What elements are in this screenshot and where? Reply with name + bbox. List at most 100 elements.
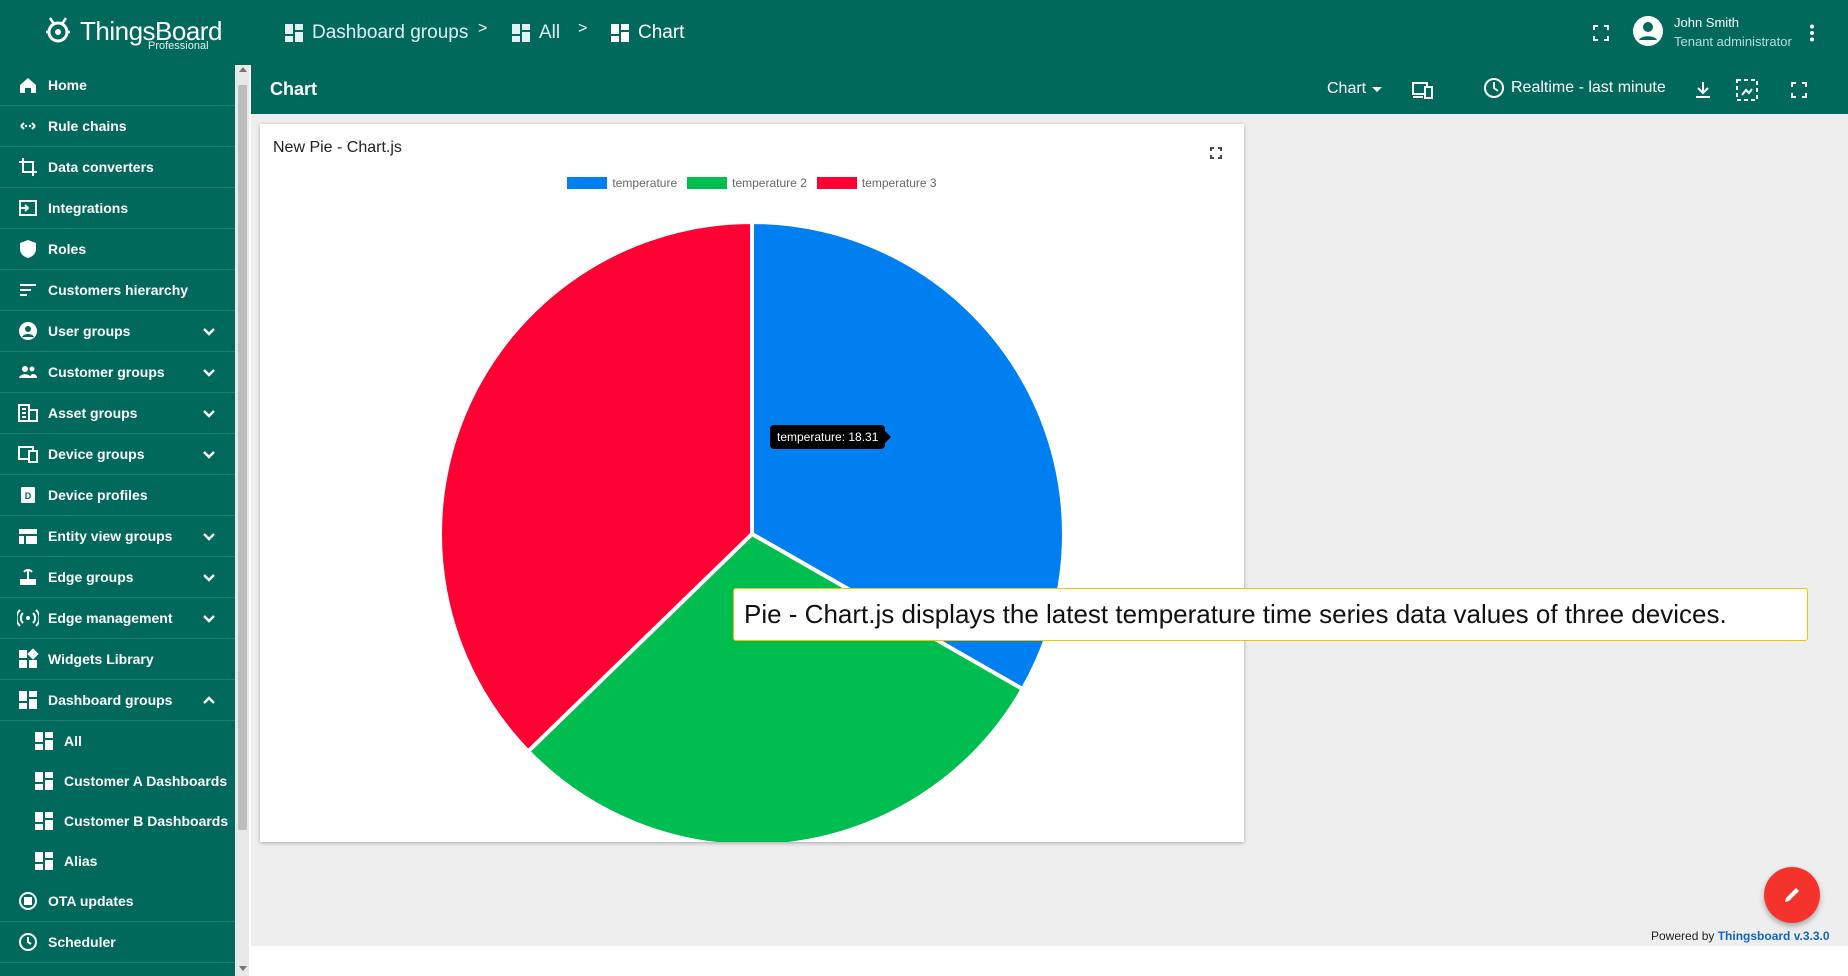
account-circle-icon: [1633, 16, 1663, 46]
sidebar-item-label: Customer A Dashboards: [64, 773, 228, 789]
chart-tooltip: temperature: 18.31: [770, 425, 892, 449]
logo-icon: [46, 17, 70, 43]
fullscreen-button[interactable]: [1590, 22, 1612, 44]
layouts-button[interactable]: [1411, 78, 1435, 102]
edge-management-icon: [16, 606, 40, 630]
download-icon: [1696, 82, 1710, 98]
scroll-down-arrow[interactable]: [239, 966, 247, 971]
sidebar-item-user-groups[interactable]: User groups: [0, 311, 235, 352]
sidebar-item-customer-a-dashboards[interactable]: Customer A Dashboards: [0, 761, 235, 801]
pie-chart-widget: New Pie - Chart.js temperature temperatu…: [260, 124, 1244, 842]
data-converters-icon: [16, 155, 40, 179]
sidebar-item-label: Dashboard groups: [48, 692, 173, 708]
sidebar-item-rule-chains[interactable]: Rule chains: [0, 106, 235, 147]
sidebar-item-label: Device profiles: [48, 487, 148, 503]
scheduler-icon: [16, 930, 40, 954]
scroll-up-arrow[interactable]: [239, 67, 247, 72]
sidebar-item-label: Alias: [64, 853, 98, 869]
more-vert-icon: [1810, 24, 1814, 42]
chevron-down-icon[interactable]: [199, 362, 219, 382]
device-groups-icon: [16, 442, 40, 466]
sidebar-item-customer-b-dashboards[interactable]: Customer B Dashboards: [0, 801, 235, 841]
sidebar-item-asset-groups[interactable]: Asset groups: [0, 393, 235, 434]
timewindow-button[interactable]: Realtime - last minute: [1483, 77, 1666, 99]
sidebar-item-roles[interactable]: Roles: [0, 229, 235, 270]
powered-by-link[interactable]: Thingsboard v.3.3.0: [1718, 929, 1830, 943]
chevron-up-icon[interactable]: [199, 690, 219, 710]
sidebar-item-label: Customers hierarchy: [48, 282, 189, 298]
home-icon: [16, 73, 40, 97]
devices-icon: [1412, 82, 1433, 99]
sidebar-item-alias[interactable]: Alias: [0, 841, 235, 881]
sidebar-item-integrations[interactable]: Integrations: [0, 188, 235, 229]
sidebar-item-ota-updates[interactable]: OTA updates: [0, 881, 235, 922]
fullscreen-icon: [1791, 82, 1807, 98]
sidebar-item-label: Scheduler: [48, 934, 116, 950]
user-name: John Smith: [1674, 15, 1740, 30]
sidebar-item-entity-view-groups[interactable]: Entity view groups: [0, 516, 235, 557]
sidebar-item-label: Home: [48, 77, 87, 93]
export-button[interactable]: [1691, 78, 1715, 102]
sidebar-item-dashboard-groups[interactable]: Dashboard groups: [0, 680, 235, 721]
sidebar-item-scheduler[interactable]: Scheduler: [0, 922, 235, 963]
sidebar-item-label: Roles: [48, 241, 87, 257]
white-labeling-icon: [16, 971, 40, 976]
powered-by: Powered by Thingsboard v.3.3.0: [1651, 929, 1830, 943]
dashboard-toolbar: Chart Chart Realtime - last minute: [251, 65, 1848, 114]
dashboard-icon: [285, 24, 303, 42]
thingsboard-logo[interactable]: ThingsBoard Professional: [40, 12, 222, 56]
dashboard-icon: [611, 24, 629, 42]
sidebar-item-device-groups[interactable]: Device groups: [0, 434, 235, 475]
sidebar-item-device-profiles[interactable]: D Device profiles: [0, 475, 235, 516]
sidebar-item-edge-management[interactable]: Edge management: [0, 598, 235, 639]
sidebar-item-customers-hierarchy[interactable]: Customers hierarchy: [0, 270, 235, 311]
chevron-down-icon[interactable]: [199, 403, 219, 423]
sidebar-item-label: Edge management: [48, 610, 173, 626]
fullscreen-icon: [1593, 25, 1609, 41]
sidebar-item-all[interactable]: All: [0, 721, 235, 761]
sidebar-item-label: Device groups: [48, 446, 145, 462]
dashboard-groups-icon: [16, 688, 40, 712]
chevron-down-icon[interactable]: [199, 444, 219, 464]
sidebar-item-edge-groups[interactable]: Edge groups: [0, 557, 235, 598]
dashboard-icon: [32, 729, 56, 753]
avatar[interactable]: [1632, 15, 1664, 47]
dropdown-caret-icon: [1372, 86, 1383, 92]
chevron-down-icon[interactable]: [199, 608, 219, 628]
sidebar-scroll-thumb[interactable]: [238, 85, 247, 830]
edit-dashboard-button[interactable]: [1764, 867, 1820, 923]
chevron-down-icon[interactable]: [199, 526, 219, 546]
asset-groups-icon: [16, 401, 40, 425]
more-menu-button[interactable]: [1802, 21, 1822, 45]
breadcrumb-label: Dashboard groups: [312, 22, 469, 43]
customer-groups-icon: [16, 360, 40, 384]
sidebar-item-home[interactable]: Home: [0, 65, 235, 106]
dashboard-fullscreen-button[interactable]: [1787, 78, 1811, 102]
edge-groups-icon: [16, 565, 40, 589]
dashboard-title: Chart: [270, 79, 318, 99]
sidebar-item-label: Asset groups: [48, 405, 138, 421]
chevron-down-icon[interactable]: [199, 321, 219, 341]
powered-by-prefix: Powered by: [1651, 929, 1715, 943]
sidebar-item-customer-groups[interactable]: Customer groups: [0, 352, 235, 393]
device-profiles-icon: D: [16, 483, 40, 507]
sidebar-item-label: Widgets Library: [48, 651, 154, 667]
state-label: Chart: [1327, 80, 1367, 97]
sidebar-item-white-labeling[interactable]: White Labeling: [0, 963, 235, 976]
sidebar-item-data-converters[interactable]: Data converters: [0, 147, 235, 188]
sidebar-item-label: Customer groups: [48, 364, 165, 380]
dashboard-icon: [512, 24, 530, 42]
chevron-down-icon[interactable]: [199, 567, 219, 587]
breadcrumb-dashboard-groups[interactable]: Dashboard groups: [284, 18, 468, 48]
dashboard-icon: [32, 849, 56, 873]
widgets-library-icon: [16, 647, 40, 671]
breadcrumb-all[interactable]: All: [511, 18, 560, 48]
dashboard-icon: [32, 809, 56, 833]
sidebar-item-label: Data converters: [48, 159, 154, 175]
widget-mode-button[interactable]: [1734, 77, 1760, 103]
sidebar-item-widgets-library[interactable]: Widgets Library: [0, 639, 235, 680]
dashboard-state-select[interactable]: Chart: [1327, 80, 1383, 98]
breadcrumb-separator: >: [578, 20, 588, 37]
sidebar-item-label: OTA updates: [48, 893, 134, 909]
user-groups-icon: [16, 319, 40, 343]
